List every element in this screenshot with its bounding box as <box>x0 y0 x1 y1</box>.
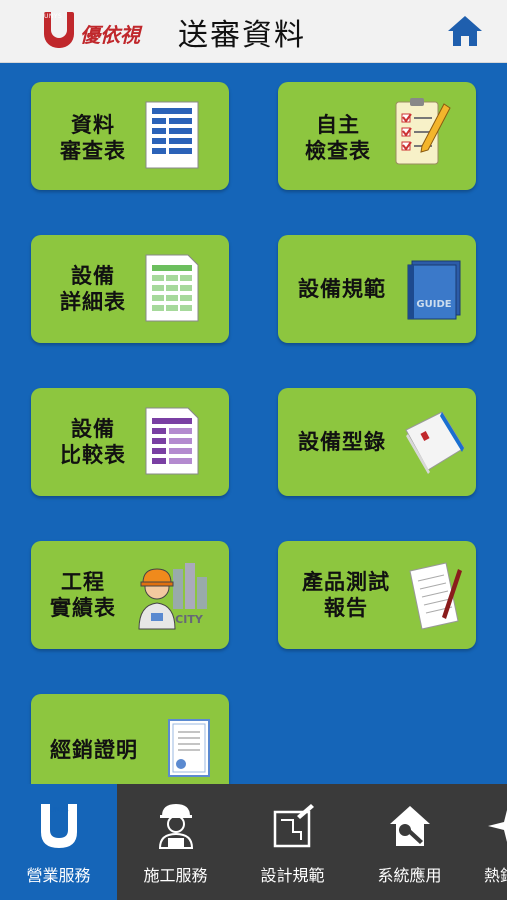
tab-sales-service[interactable]: UNYS 營業服務 <box>0 784 117 900</box>
tab-label: 系統應用 <box>377 866 442 885</box>
tile-equipment-compare[interactable]: 設備 比較表 <box>31 388 229 496</box>
tile-label: 設備 比較表 <box>60 417 126 467</box>
unys-logo-icon: UNYS <box>41 804 77 848</box>
tile-equipment-detail[interactable]: 設備 詳細表 <box>31 235 229 343</box>
header-bar: UNYS 優依視 送審資料 <box>0 0 507 63</box>
worker-icon <box>158 804 194 849</box>
menu-grid: 資料 審查表 自主 檢查表 設備 詳細表 設備規範 GUIDE 設備 比較表 設… <box>0 62 507 784</box>
certificate-icon <box>168 719 210 777</box>
tab-label: 熱銷 <box>484 866 507 885</box>
tab-label: 營業服務 <box>26 866 91 885</box>
brand-logo[interactable]: UNYS 優依視 <box>44 12 144 50</box>
brand-name: 優依視 <box>80 23 140 47</box>
home-icon[interactable] <box>446 14 484 48</box>
guide-book-icon: GUIDE <box>407 260 461 320</box>
house-wrench-icon <box>390 806 430 846</box>
tile-label: 工程 實績表 <box>50 570 116 620</box>
tile-project-record[interactable]: 工程 實績表 CITY <box>31 541 229 649</box>
tile-label: 經銷證明 <box>50 738 138 762</box>
tile-product-test-report[interactable]: 產品測試 報告 <box>278 541 476 649</box>
checklist-pencil-icon <box>395 98 451 165</box>
bottom-tab-bar: UNYS 營業服務 施工服務 設計規範 系統應用 熱銷 <box>0 784 507 900</box>
tile-label: 資料 審查表 <box>60 113 126 163</box>
tile-equipment-catalog[interactable]: 設備型錄 <box>278 388 476 496</box>
tile-label: 自主 檢查表 <box>305 113 371 163</box>
tab-label: 設計規範 <box>260 866 325 885</box>
tab-construction-service[interactable]: 施工服務 <box>117 784 234 900</box>
unys-logo-icon: UNYS <box>44 12 74 48</box>
tab-system-application[interactable]: 系統應用 <box>351 784 468 900</box>
tab-hot-sale[interactable]: 熱銷 <box>468 784 507 900</box>
spreadsheet-icon <box>145 254 199 322</box>
tile-data-review-form[interactable]: 資料 審查表 <box>31 82 229 190</box>
tile-label: 設備型錄 <box>298 430 386 454</box>
tile-label: 設備 詳細表 <box>60 264 126 314</box>
tab-design-spec[interactable]: 設計規範 <box>234 784 351 900</box>
tab-label: 施工服務 <box>143 866 208 885</box>
tile-self-checklist[interactable]: 自主 檢查表 <box>278 82 476 190</box>
engineer-city-icon: CITY <box>138 563 207 630</box>
tile-equipment-spec[interactable]: 設備規範 GUIDE <box>278 235 476 343</box>
purple-table-icon <box>145 407 199 475</box>
report-pen-icon <box>409 562 462 630</box>
tile-label: 設備規範 <box>298 277 386 301</box>
form-document-icon <box>145 101 199 169</box>
blueprint-icon <box>273 804 314 848</box>
svg-text:GUIDE: GUIDE <box>416 299 451 310</box>
tile-label: 產品測試 報告 <box>302 570 390 620</box>
sparkle-icon <box>488 810 507 842</box>
svg-text:UNYS: UNYS <box>49 806 69 814</box>
tile-distribution-cert[interactable]: 經銷證明 <box>31 694 229 784</box>
svg-text:CITY: CITY <box>175 613 204 626</box>
page-title: 送審資料 <box>178 18 306 53</box>
catalog-icon <box>405 411 465 474</box>
